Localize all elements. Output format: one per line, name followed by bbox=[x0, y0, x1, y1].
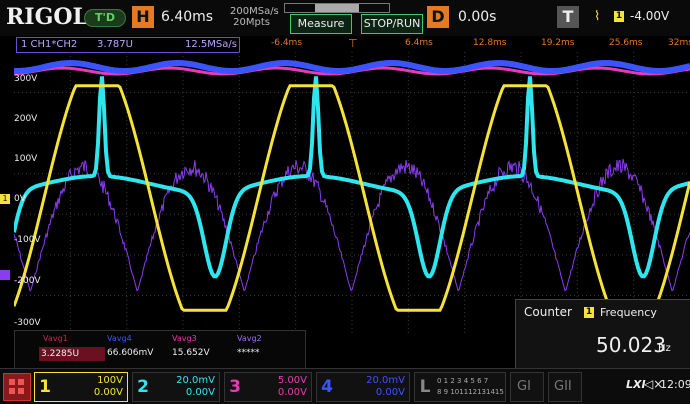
stop-run-button[interactable]: STOP/RUN bbox=[361, 14, 423, 34]
memory-depth: 20Mpts bbox=[233, 17, 270, 28]
time-tick: -6.4ms bbox=[271, 38, 303, 48]
ch3-number: 3 bbox=[229, 377, 241, 397]
sample-rate: 200MSa/s bbox=[230, 6, 279, 17]
ch2-offset: 0.00V bbox=[185, 387, 215, 398]
timebase-value[interactable]: 6.40ms bbox=[161, 9, 213, 25]
delay-key[interactable]: D bbox=[427, 6, 449, 28]
timebase-key[interactable]: H bbox=[132, 6, 154, 28]
math-label[interactable]: 1 CH1*CH2 3.787U 12.5MSa/s bbox=[16, 37, 240, 53]
generator-2-button[interactable]: GII bbox=[548, 372, 582, 402]
trigger-source[interactable]: 1 bbox=[614, 11, 624, 22]
logic-analyzer-settings[interactable]: L 0 1 2 3 4 5 6 7 8 9 101112131415 bbox=[414, 372, 506, 402]
math-value: 3.787U bbox=[97, 39, 133, 50]
trigger-level[interactable]: -4.00V bbox=[630, 9, 669, 23]
mode-badge[interactable]: T'D bbox=[84, 9, 126, 27]
ch1-offset: 0.00V bbox=[93, 387, 123, 398]
volt-tick: -200V bbox=[14, 276, 41, 286]
counter-unit: Hz bbox=[658, 343, 671, 354]
volt-tick: -100V bbox=[14, 235, 41, 245]
logic-bits-bottom: 8 9 101112131415 bbox=[437, 388, 504, 396]
ch3-scale: 5.00V bbox=[277, 375, 307, 386]
generator-2-label: GII bbox=[554, 379, 572, 394]
math-expression: 1 CH1*CH2 bbox=[21, 39, 78, 50]
ch1-scale: 100V bbox=[97, 375, 123, 386]
ch4-scale: 20.0mV bbox=[366, 375, 405, 386]
logic-key: L bbox=[419, 377, 431, 397]
meas-value: ***** bbox=[237, 348, 260, 358]
math-offset-marker[interactable] bbox=[0, 270, 10, 280]
ch2-number: 2 bbox=[137, 377, 149, 397]
counter-value: 50.023 bbox=[596, 333, 666, 357]
meas-name: Vavg1 bbox=[43, 334, 68, 343]
ch4-number: 4 bbox=[321, 377, 333, 397]
meas-name: Vavg2 bbox=[237, 334, 262, 343]
generator-1-button[interactable]: GI bbox=[510, 372, 544, 402]
meas-name: Vavg4 bbox=[107, 334, 132, 343]
ch4-settings[interactable]: 4 20.0mV 0.00V bbox=[316, 372, 410, 402]
logic-bits-top: 0 1 2 3 4 5 6 7 bbox=[437, 377, 489, 385]
counter-source: 1 bbox=[584, 307, 594, 318]
meas-value: 66.606mV bbox=[107, 348, 154, 358]
volt-tick: -300V bbox=[14, 318, 41, 328]
time-tick: 19.2ms bbox=[541, 38, 575, 48]
ch1-offset-marker[interactable]: 1 bbox=[0, 194, 10, 204]
delay-value[interactable]: 0.00s bbox=[458, 9, 496, 25]
meas-value: 15.652V bbox=[172, 348, 210, 358]
ch2-settings[interactable]: 2 20.0mV 0.00V bbox=[132, 372, 220, 402]
ch1-number: 1 bbox=[39, 377, 51, 397]
time-tick: 6.4ms bbox=[405, 38, 433, 48]
lxi-icon: LXI bbox=[626, 378, 646, 391]
ch1-settings[interactable]: 1 100V 0.00V bbox=[34, 372, 128, 402]
volt-tick: 100V bbox=[14, 154, 38, 164]
ch2-scale: 20.0mV bbox=[176, 375, 215, 386]
volt-tick: 200V bbox=[14, 114, 38, 124]
meas-value: 3.2285U bbox=[39, 347, 105, 361]
math-rate: 12.5MSa/s bbox=[185, 39, 237, 50]
meas-name: Vavg3 bbox=[172, 334, 197, 343]
trigger-key[interactable]: T bbox=[557, 6, 579, 28]
trigger-position-icon[interactable]: ⊤ bbox=[348, 37, 358, 50]
generator-1-label: GI bbox=[517, 379, 531, 394]
measure-button[interactable]: Measure bbox=[290, 14, 352, 34]
counter-title: Counter bbox=[524, 305, 572, 319]
memory-window bbox=[315, 4, 359, 12]
time-tick: 12.8ms bbox=[473, 38, 507, 48]
menu-grid-icon[interactable] bbox=[3, 373, 31, 401]
ch3-settings[interactable]: 3 5.00V 0.00V bbox=[224, 372, 312, 402]
trigger-edge-icon[interactable]: ⌇ bbox=[594, 9, 600, 24]
measurement-panel[interactable]: Vavg1 3.2285U Vavg4 66.606mV Vavg3 15.65… bbox=[14, 330, 306, 370]
time-tick: 32ms bbox=[668, 38, 690, 48]
rigol-logo: RIGOL bbox=[6, 4, 88, 30]
waveform-display[interactable] bbox=[14, 52, 690, 336]
ch3-offset: 0.00V bbox=[277, 387, 307, 398]
volt-tick: 0V bbox=[14, 194, 26, 204]
counter-label: Frequency bbox=[600, 306, 657, 319]
counter-panel[interactable]: Counter 1 Frequency 50.023 Hz bbox=[515, 299, 690, 369]
clock-time: 12:09 bbox=[660, 378, 690, 391]
volt-tick: 300V bbox=[14, 74, 38, 84]
ch4-offset: 0.00V bbox=[375, 387, 405, 398]
time-tick: 25.6ms bbox=[609, 38, 643, 48]
memory-position-bar[interactable] bbox=[284, 3, 390, 13]
